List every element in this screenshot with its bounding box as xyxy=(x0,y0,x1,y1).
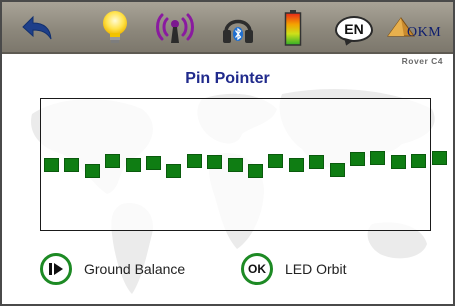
ground-balance-button[interactable]: Ground Balance xyxy=(40,253,185,285)
signal-level-bar xyxy=(390,154,406,169)
signal-display-panel xyxy=(40,98,447,231)
model-name: Rover C4 xyxy=(401,56,443,66)
signal-level-bar xyxy=(166,164,182,179)
signal-level-bar xyxy=(288,157,304,172)
page-title: Pin Pointer xyxy=(185,70,270,87)
back-arrow-icon[interactable] xyxy=(16,10,56,46)
signal-level-bar xyxy=(125,157,141,172)
led-orbit-ok-circle[interactable]: OK xyxy=(241,253,273,285)
bluetooth-headphones-icon[interactable] xyxy=(220,10,256,46)
play-pause-icon xyxy=(49,263,63,275)
brand-name: OKM xyxy=(407,25,442,40)
signal-level-bar xyxy=(431,150,447,165)
light-bulb-icon[interactable] xyxy=(98,10,132,46)
signal-level-bar xyxy=(268,153,284,168)
signal-level-bar xyxy=(146,156,161,171)
signal-level-bar xyxy=(84,164,100,179)
ground-balance-label: Ground Balance xyxy=(84,261,186,277)
signal-level-bar xyxy=(207,154,223,169)
battery-icon xyxy=(282,10,304,46)
led-orbit-button[interactable]: OK LED Orbit xyxy=(241,253,346,285)
ground-balance-circle[interactable] xyxy=(40,253,72,285)
signal-level-bar xyxy=(350,152,365,167)
language-selector-button[interactable]: EN xyxy=(335,16,373,42)
signal-level-bar xyxy=(329,162,345,177)
signal-level-bar xyxy=(370,150,386,165)
language-label: EN xyxy=(344,21,364,37)
signal-level-bar xyxy=(248,164,263,179)
signal-level-bar xyxy=(411,153,427,168)
signal-level-bar xyxy=(105,153,121,168)
led-orbit-label: LED Orbit xyxy=(285,261,347,277)
brand-logo: OKM xyxy=(386,16,452,46)
signal-level-bar xyxy=(64,157,80,172)
app-window: EN OKM Rover C4 Pin Pointer Ground Balan… xyxy=(0,0,455,306)
signal-level-bar xyxy=(44,157,59,172)
signal-level-bar xyxy=(186,153,202,168)
top-toolbar: EN OKM xyxy=(2,2,453,54)
signal-level-bar xyxy=(309,154,325,169)
antenna-signal-icon[interactable] xyxy=(153,10,197,46)
signal-level-bar xyxy=(227,157,243,172)
